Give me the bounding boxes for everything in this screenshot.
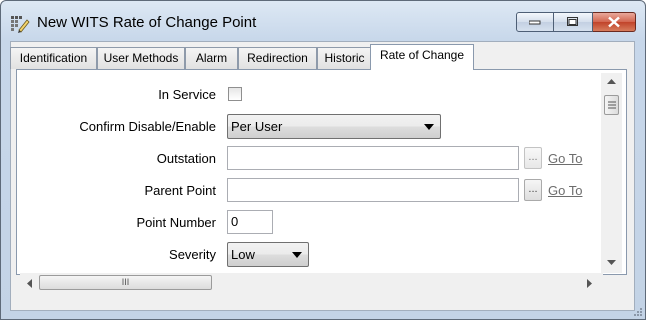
tab-alarm[interactable]: Alarm	[185, 47, 238, 69]
tab-redirection[interactable]: Redirection	[238, 47, 317, 69]
scroll-left-icon[interactable]	[27, 279, 33, 288]
confirm-disable-enable-label: Confirm Disable/Enable	[79, 119, 216, 134]
confirm-disable-enable-value: Per User	[231, 119, 283, 134]
scroll-right-icon[interactable]	[587, 279, 593, 288]
minimize-button[interactable]	[516, 12, 554, 32]
tab-user-methods[interactable]: User Methods	[97, 47, 185, 69]
severity-value: Low	[231, 247, 255, 262]
in-service-label: In Service	[158, 87, 216, 102]
tab-rate-of-change[interactable]: Rate of Change	[370, 44, 474, 70]
scroll-up-icon[interactable]	[607, 79, 616, 85]
app-icon	[11, 16, 30, 33]
parent-point-goto-link[interactable]: Go To	[548, 183, 582, 198]
horizontal-scroll-thumb[interactable]: III	[39, 275, 212, 290]
scroll-thumb-grip: III	[121, 277, 130, 287]
app-window: New WITS Rate of Change Point Identifica…	[0, 0, 646, 320]
parent-point-browse-button[interactable]: ...	[524, 179, 542, 201]
chevron-down-icon	[424, 124, 434, 130]
parent-point-field[interactable]	[227, 178, 519, 202]
severity-label: Severity	[169, 247, 216, 262]
scroll-down-icon[interactable]	[607, 260, 616, 266]
maximize-button[interactable]	[554, 12, 593, 32]
outstation-goto-link[interactable]: Go To	[548, 151, 582, 166]
window-title: New WITS Rate of Change Point	[37, 14, 257, 31]
tab-identification[interactable]: Identification	[10, 47, 97, 69]
severity-select[interactable]: Low	[227, 242, 309, 267]
parent-point-label: Parent Point	[144, 183, 216, 198]
resize-grip-icon[interactable]	[633, 307, 643, 317]
title-bar[interactable]: New WITS Rate of Change Point	[1, 1, 645, 41]
point-number-field[interactable]: 0	[227, 210, 273, 234]
minimize-icon	[529, 20, 541, 25]
tab-historic[interactable]: Historic	[317, 47, 372, 69]
outstation-label: Outstation	[156, 151, 216, 166]
outstation-browse-button[interactable]: ...	[524, 147, 542, 169]
horizontal-scrollbar[interactable]: III	[20, 273, 603, 293]
confirm-disable-enable-select[interactable]: Per User	[227, 114, 441, 139]
label-column: In Service Confirm Disable/Enable Outsta…	[21, 85, 216, 265]
grip-icon	[608, 101, 616, 109]
close-button[interactable]	[593, 12, 636, 32]
maximize-icon	[567, 17, 578, 26]
vertical-scrollbar[interactable]	[601, 73, 622, 273]
vertical-scroll-thumb[interactable]	[604, 95, 619, 115]
in-service-checkbox[interactable]	[228, 87, 242, 101]
chevron-down-icon	[292, 252, 302, 258]
point-number-label: Point Number	[136, 215, 216, 230]
close-icon	[608, 16, 620, 28]
outstation-field[interactable]	[227, 146, 519, 170]
